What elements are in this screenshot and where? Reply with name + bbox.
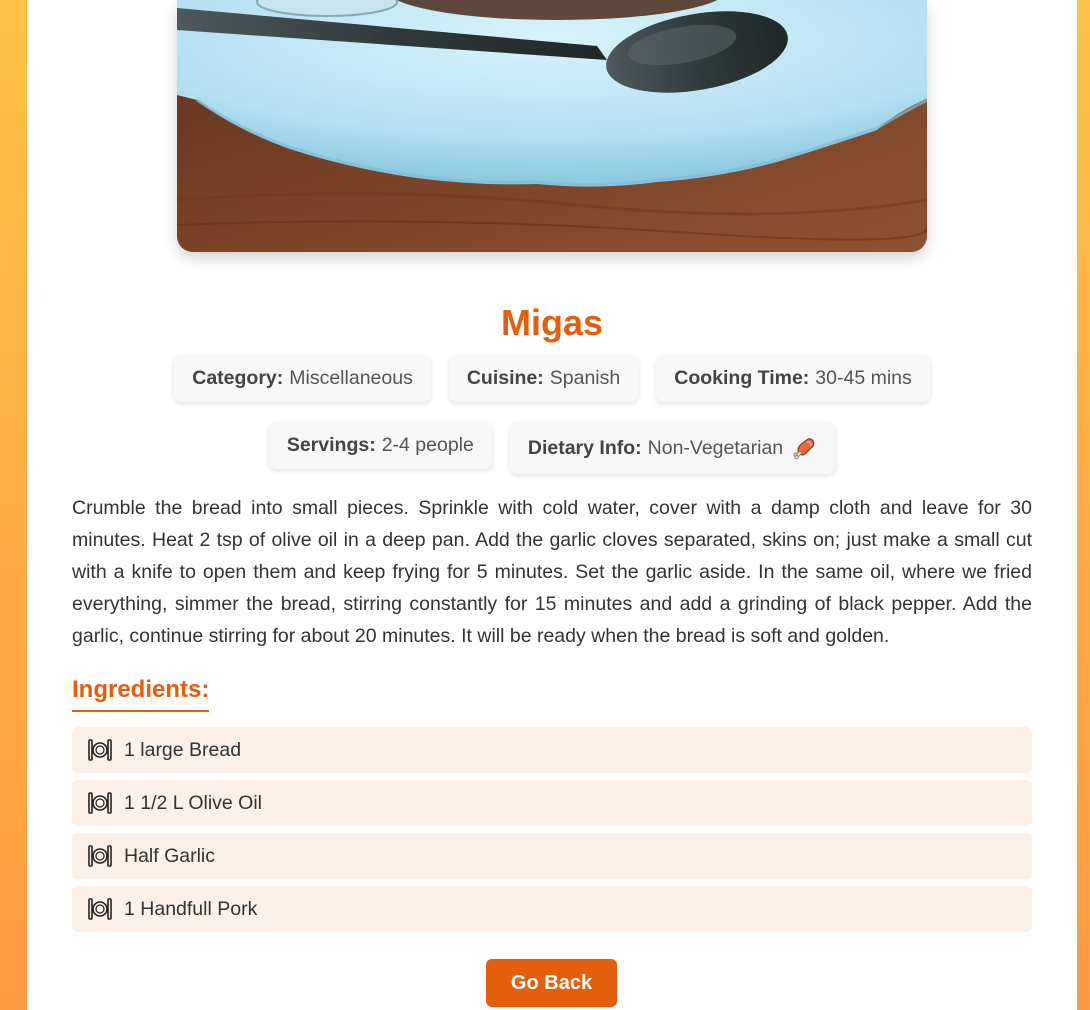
- ingredient-item: 1 large Bread: [72, 727, 1032, 773]
- plate-cutlery-icon: [88, 845, 112, 867]
- recipe-instructions: Crumble the bread into small pieces. Spr…: [72, 497, 1032, 647]
- ingredient-item: 1 Handfull Pork: [72, 886, 1032, 932]
- dietary-info-label: Dietary Info:: [527, 436, 642, 459]
- ingredient-text: Half Garlic: [124, 844, 216, 867]
- plate-cutlery-icon: [88, 792, 112, 814]
- go-back-button[interactable]: Go Back: [486, 959, 617, 1007]
- cuisine-label: Cuisine:: [466, 367, 544, 389]
- ingredient-text: 1 Handfull Pork: [124, 897, 258, 920]
- servings-value: 2-4 people: [381, 434, 474, 456]
- meta-row-2: Servings: 2-4 people Dietary Info: Non-V…: [27, 422, 1077, 474]
- meat-icon: [793, 436, 817, 460]
- ingredient-text: 1 1/2 L Olive Oil: [124, 791, 263, 814]
- ingredient-item: Half Garlic: [72, 833, 1032, 879]
- cooking-time-badge: Cooking Time: 30-45 mins: [656, 355, 930, 402]
- dietary-info-badge: Dietary Info: Non-Vegetarian: [509, 422, 836, 474]
- ingredient-text: 1 large Bread: [124, 738, 242, 761]
- meta-row-1: Category: Miscellaneous Cuisine: Spanish…: [27, 355, 1077, 402]
- dietary-info-value: Non-Vegetarian: [647, 436, 784, 459]
- servings-badge: Servings: 2-4 people: [268, 422, 492, 469]
- category-label: Category:: [192, 367, 284, 389]
- cooking-time-label: Cooking Time:: [674, 367, 810, 389]
- ingredient-item: 1 1/2 L Olive Oil: [72, 780, 1032, 826]
- recipe-title: Migas: [500, 302, 604, 343]
- cooking-time-value: 30-45 mins: [815, 367, 912, 389]
- ingredients-heading: Ingredients:: [72, 676, 210, 712]
- servings-label: Servings:: [286, 434, 376, 456]
- cuisine-value: Spanish: [549, 367, 621, 389]
- recipe-card: Migas Category: Miscellaneous Cuisine: S…: [27, 0, 1077, 1010]
- category-value: Miscellaneous: [289, 367, 413, 389]
- cuisine-badge: Cuisine: Spanish: [448, 355, 639, 402]
- category-badge: Category: Miscellaneous: [174, 355, 431, 402]
- plate-cutlery-icon: [88, 898, 112, 920]
- recipe-photo: [177, 0, 927, 252]
- plate-cutlery-icon: [88, 739, 112, 761]
- ingredients-list: 1 large Bread 1 1/2 L Olive Oil Half Gar…: [72, 727, 1032, 939]
